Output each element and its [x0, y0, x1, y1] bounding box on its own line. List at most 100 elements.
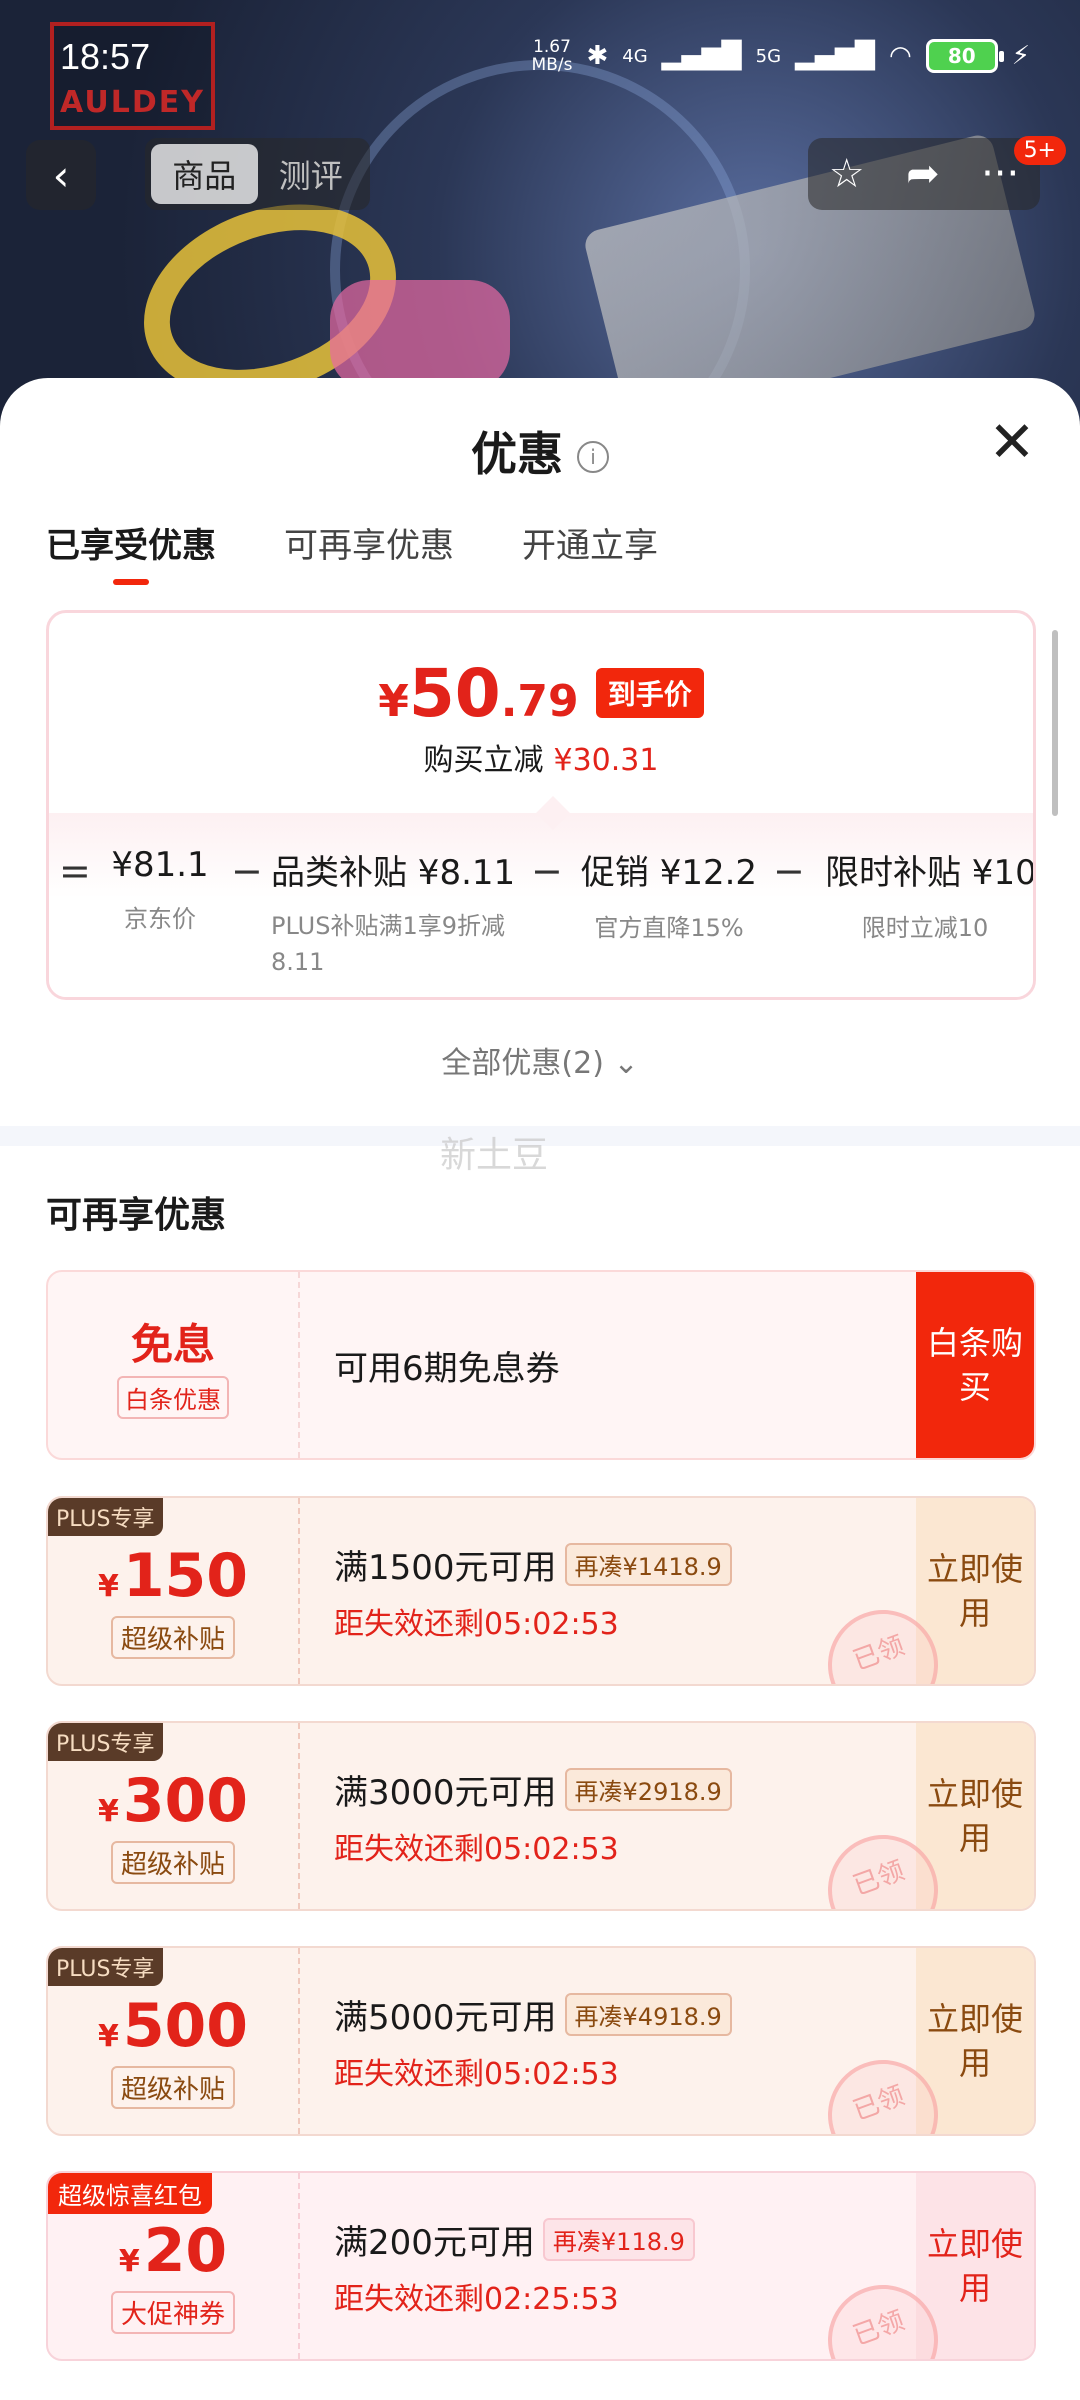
coupon-left: PLUS专享 ¥300 超级补贴: [48, 1723, 300, 1909]
coupon-condition-row: 满200元可用 再凑¥118.9: [334, 2215, 916, 2264]
star-icon[interactable]: ☆: [829, 151, 865, 197]
coupon-expire: 距失效还剩05:02:53: [334, 2056, 619, 2092]
close-icon: ✕: [988, 410, 1036, 475]
section-title: 可再享优惠: [46, 1195, 227, 1236]
coupon-amount: ¥300: [98, 1769, 248, 1833]
coupon-gap-tag: 再凑¥4918.9: [564, 1992, 732, 2036]
tab-enjoyed-offers[interactable]: 已享受优惠: [46, 518, 216, 585]
close-button[interactable]: ✕: [984, 415, 1040, 474]
baitiao-coupon: 免息 白条优惠 可用6期免息券 白条购买: [46, 1270, 1036, 1460]
net1-label: 4G: [622, 45, 648, 67]
sheet-title-text: 优惠: [471, 427, 563, 481]
final-price: ¥ 50 .79: [378, 655, 578, 732]
price-breakdown: = ¥81.1 京东价 − 品类补贴 ¥8.11 PLUS补贴满1享9折减8.1…: [49, 796, 1036, 997]
coupon-expire: 距失效还剩02:25:53: [334, 2281, 619, 2317]
breakdown-sub: 限时立减10: [861, 914, 989, 942]
coupon-card: 超级惊喜红包 ¥20 大促神券 满200元可用 再凑¥118.9 距失效还剩02…: [46, 2171, 1036, 2361]
price-integer: 50: [408, 655, 501, 732]
product-image-shape: [330, 280, 510, 390]
back-button[interactable]: ‹: [26, 140, 96, 210]
coupon-middle: 满5000元可用 再凑¥4918.9 距失效还剩05:02:53 已领: [300, 1948, 954, 2134]
operator: −: [773, 849, 805, 893]
offer-tabs: 已享受优惠 可再享优惠 开通立享: [46, 518, 658, 585]
coupon-middle: 满1500元可用 再凑¥1418.9 距失效还剩05:02:53 已领: [300, 1498, 954, 1684]
all-offers-toggle[interactable]: 全部优惠(2) ⌄: [0, 1038, 1080, 1082]
charging-icon: ⚡: [1011, 41, 1030, 71]
coupon-condition-row: 满1500元可用 再凑¥1418.9: [334, 1540, 916, 1589]
price-currency: ¥: [378, 676, 409, 727]
coupon-middle: 可用6期免息券: [300, 1272, 916, 1458]
more-icon[interactable]: ···: [981, 151, 1019, 197]
battery-icon: 80: [925, 39, 1004, 73]
net2-label: 5G: [755, 45, 782, 67]
scrollbar[interactable]: [1052, 630, 1058, 816]
breakdown-caret: [536, 796, 570, 830]
bluetooth-icon: ✱: [586, 41, 609, 71]
tab-more-offers[interactable]: 可再享优惠: [284, 518, 454, 585]
price-decimal: .79: [500, 676, 579, 727]
coupon-card: PLUS专享 ¥500 超级补贴 满5000元可用 再凑¥4918.9 距失效还…: [46, 1946, 1036, 2136]
coupon-corner-tag: 超级惊喜红包: [48, 2173, 212, 2214]
coupon-left: 超级惊喜红包 ¥20 大促神券: [48, 2173, 300, 2359]
coupon-left: PLUS专享 ¥150 超级补贴: [48, 1498, 300, 1684]
battery-level: 80: [947, 44, 976, 68]
breakdown-sub: 京东价: [124, 905, 196, 933]
coupon-gap-tag: 再凑¥1418.9: [564, 1542, 732, 1586]
back-icon: ‹: [52, 150, 70, 200]
coupon-left: PLUS专享 ¥500 超级补贴: [48, 1948, 300, 2134]
coupon-expire: 距失效还剩05:02:53: [334, 1831, 619, 1867]
coupon-card: PLUS专享 ¥300 超级补贴 满3000元可用 再凑¥2918.9 距失效还…: [46, 1721, 1036, 1911]
tab-activate-offers[interactable]: 开通立享: [522, 518, 658, 585]
coupon-currency: ¥: [97, 1793, 119, 1829]
tab-product[interactable]: 商品: [151, 144, 258, 204]
share-icon[interactable]: ➦: [906, 151, 940, 197]
coupon-type-tag: 大促神券: [110, 2290, 235, 2334]
coupon-type-tag: 白条优惠: [117, 1376, 229, 1419]
coupon-condition: 满5000元可用: [334, 1997, 557, 2038]
coupon-condition: 满200元可用: [334, 2222, 535, 2263]
operator: =: [59, 849, 91, 893]
status-time: 18:57: [60, 36, 151, 77]
wifi-icon: ◠: [889, 41, 912, 71]
breakdown-value: ¥81.1: [111, 845, 209, 885]
tab-review[interactable]: 测评: [258, 144, 365, 204]
coupon-corner-tag: PLUS专享: [48, 1498, 163, 1536]
coupon-currency: ¥: [118, 2243, 140, 2279]
coupon-type-tag: 超级补贴: [110, 2065, 235, 2109]
network-speed: 1.67 MB/s: [532, 38, 573, 74]
coupon-big-label: 免息: [130, 1320, 215, 1369]
signal-icon: ▂▄▆█: [661, 41, 742, 71]
chevron-down-icon: ⌄: [613, 1046, 639, 1081]
all-offers-label: 全部优惠(2): [441, 1046, 604, 1081]
coupon-amount-value: 300: [122, 1765, 249, 1836]
coupon-corner-tag: PLUS专享: [48, 1948, 163, 1986]
coupon-condition: 满1500元可用: [334, 1547, 557, 1588]
coupon-amount-value: 150: [122, 1540, 249, 1611]
final-price-tag: 到手价: [595, 668, 704, 718]
info-icon[interactable]: i: [577, 441, 609, 473]
signal-icon: ▂▄▆█: [795, 41, 876, 71]
coupon-corner-tag: PLUS专享: [48, 1723, 163, 1761]
message-badge: 5+: [1013, 136, 1066, 165]
coupon-gap-tag: 再凑¥118.9: [542, 2217, 695, 2261]
coupon-amount: ¥20: [119, 2219, 227, 2283]
breakdown-sub: 官方直降15%: [594, 914, 744, 942]
breakdown-value: 促销 ¥12.2: [580, 853, 758, 893]
coupon-expire: 距失效还剩05:02:53: [334, 1606, 619, 1642]
price-card: ¥ 50 .79 到手价 购买立减 ¥30.31 = ¥81.1 京东价 − 品类…: [46, 610, 1036, 1000]
breakdown-value: 限时补贴 ¥10: [825, 853, 1036, 893]
breakdown-item: 限时补贴 ¥10 限时立减10: [825, 845, 1036, 943]
breakdown-item: 品类补贴 ¥8.11 PLUS补贴满1享9折减8.11: [271, 845, 515, 980]
sheet-title: 优惠 i: [0, 418, 1080, 484]
coupon-left: 免息 白条优惠: [48, 1272, 300, 1458]
breakdown-item: 促销 ¥12.2 官方直降15%: [579, 845, 759, 943]
coupon-card: PLUS专享 ¥150 超级补贴 满1500元可用 再凑¥1418.9 距失效还…: [46, 1496, 1036, 1686]
watermark: 新土豆: [440, 1135, 549, 1176]
offers-sheet: 优惠 i ✕ 已享受优惠 可再享优惠 开通立享 ¥ 50 .79 到手价 购买立减…: [0, 378, 1080, 2400]
baitiao-buy-button[interactable]: 白条购买: [916, 1272, 1034, 1458]
coupon-middle: 满200元可用 再凑¥118.9 距失效还剩02:25:53 已领: [300, 2173, 954, 2359]
coupon-condition-row: 满3000元可用 再凑¥2918.9: [334, 1765, 916, 1814]
breakdown-item: ¥81.1 京东价: [95, 845, 225, 934]
operator: −: [531, 849, 563, 893]
breakdown-value: 品类补贴 ¥8.11: [271, 853, 516, 893]
